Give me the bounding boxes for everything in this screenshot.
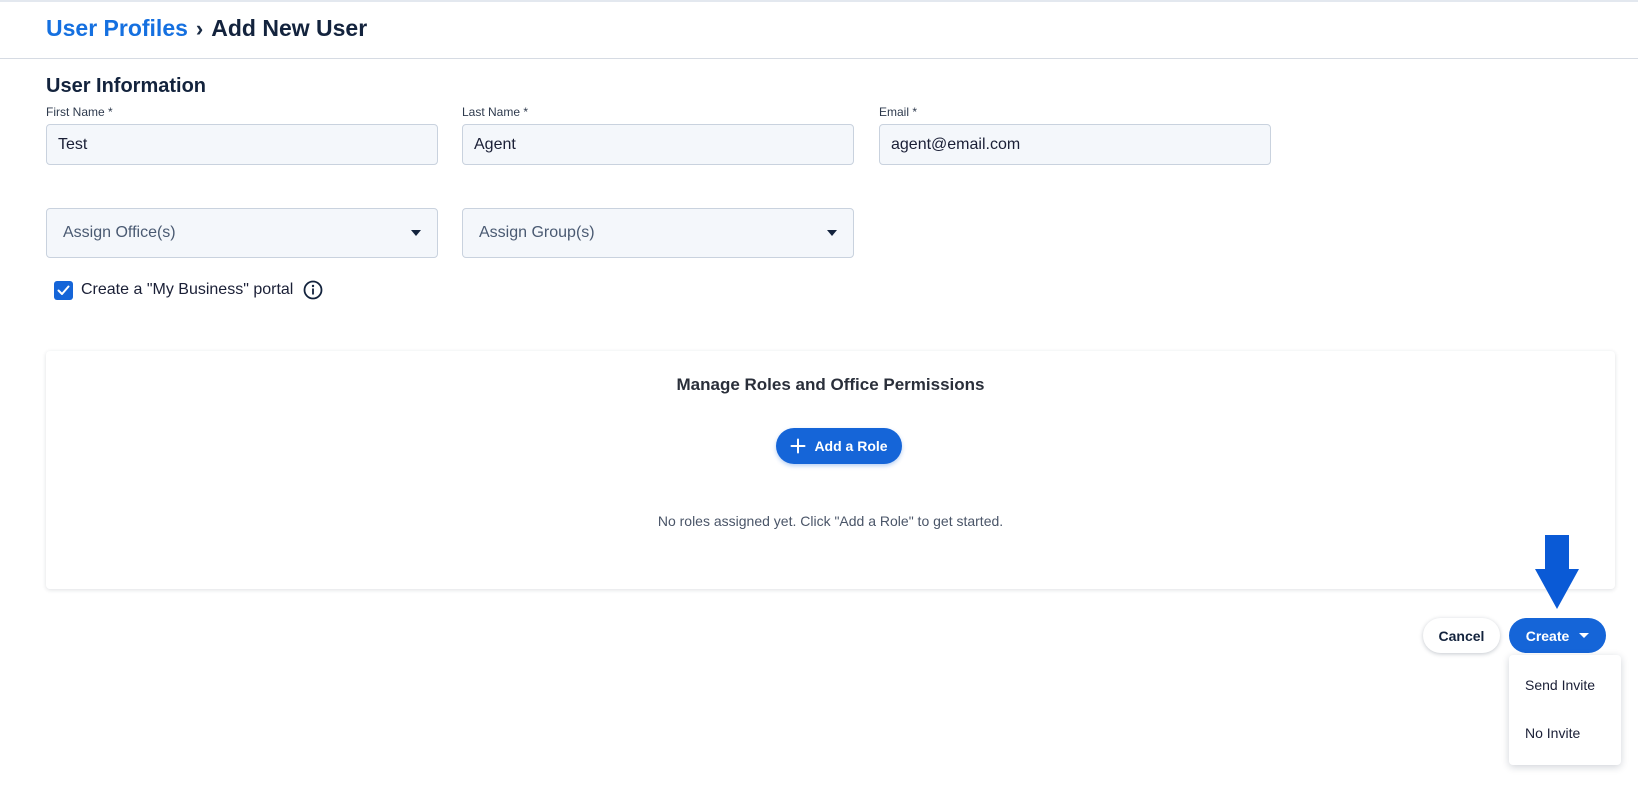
add-user-page: User Profiles › Add New User User Inform… (0, 0, 1638, 790)
last-name-field: Last Name * (462, 105, 854, 165)
breadcrumb-separator: › (195, 15, 204, 41)
menu-item-no-invite[interactable]: No Invite (1525, 725, 1580, 741)
add-role-button[interactable]: Add a Role (776, 428, 902, 464)
add-role-label: Add a Role (814, 438, 888, 454)
create-button-label: Create (1525, 627, 1570, 644)
my-business-portal-row: Create a "My Business" portal (54, 280, 323, 300)
menu-item-send-invite[interactable]: Send Invite (1525, 677, 1595, 693)
my-business-portal-label: Create a "My Business" portal (81, 281, 294, 298)
breadcrumb-current-page: Add New User (211, 15, 368, 41)
first-name-input[interactable] (46, 124, 438, 165)
roles-permissions-heading: Manage Roles and Office Permissions (676, 375, 985, 394)
user-information-heading: User Information (46, 75, 207, 97)
roles-permissions-card: Manage Roles and Office Permissions Add … (46, 351, 1615, 589)
assign-groups-select[interactable]: Assign Group(s) (462, 208, 854, 258)
last-name-input[interactable] (462, 124, 854, 165)
cancel-button[interactable]: Cancel (1423, 618, 1500, 653)
info-circle-icon[interactable] (303, 280, 323, 300)
email-label: Email * (879, 105, 918, 119)
page-header: User Profiles › Add New User (0, 2, 1638, 59)
breadcrumb: User Profiles › Add New User (46, 15, 367, 42)
assign-offices-placeholder: Assign Office(s) (63, 224, 176, 241)
email-input[interactable] (879, 124, 1271, 165)
my-business-portal-checkbox[interactable] (54, 280, 73, 300)
arrow-down-icon (1535, 535, 1579, 609)
create-options-menu: Send Invite No Invite (1509, 655, 1621, 765)
assign-offices-select[interactable]: Assign Office(s) (46, 208, 438, 258)
last-name-label: Last Name * (462, 105, 529, 119)
roles-empty-message: No roles assigned yet. Click "Add a Role… (657, 513, 1004, 529)
create-button[interactable]: Create (1509, 618, 1606, 653)
plus-icon (790, 438, 806, 454)
assign-groups-placeholder: Assign Group(s) (479, 224, 595, 241)
first-name-label: First Name * (46, 105, 113, 119)
caret-down-icon (411, 230, 421, 236)
email-field: Email * (879, 105, 1271, 165)
first-name-field: First Name * (46, 105, 438, 165)
caret-down-icon (1579, 633, 1590, 638)
caret-down-icon (827, 230, 837, 236)
breadcrumb-user-profiles-link[interactable]: User Profiles (46, 15, 188, 42)
check-icon (57, 285, 70, 295)
